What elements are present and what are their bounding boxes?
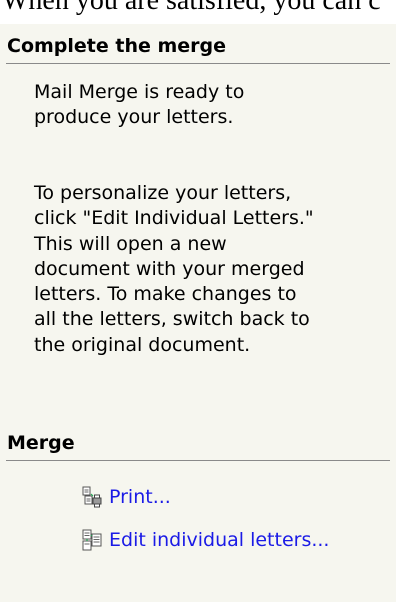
print-link[interactable]: Print... [82,484,171,510]
print-link-label[interactable]: Print... [109,486,171,508]
section-divider [6,63,390,64]
top-text: When you are satisfied, you can c [2,0,381,16]
edit-letters-icon [82,529,102,551]
print-icon [82,486,102,508]
cut-off-instruction-text: When you are satisfied, you can c [0,0,396,24]
edit-individual-letters-link[interactable]: Edit individual letters... [82,527,329,553]
edit-individual-letters-label[interactable]: Edit individual letters... [109,529,329,551]
merge-heading: Merge [7,432,75,454]
section-divider [6,460,390,461]
complete-merge-heading: Complete the merge [7,35,227,57]
ready-paragraph: Mail Merge is ready to produce your lett… [34,81,245,129]
personalize-paragraph: To personalize your letters, click "Edit… [34,182,314,356]
